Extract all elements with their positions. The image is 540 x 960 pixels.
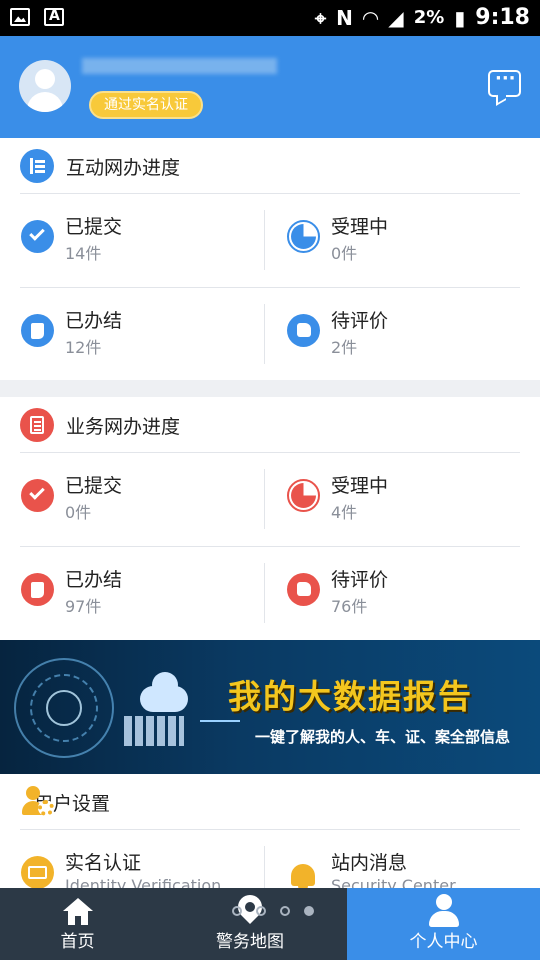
to-rate-item[interactable]: 待评价 2件 (287, 304, 517, 364)
item-label: 已办结 (65, 310, 123, 332)
profile-header: 通过实名认证 (0, 36, 540, 138)
decorative-line (200, 720, 240, 722)
divider (20, 452, 520, 453)
nav-personal-center[interactable]: 个人中心 (347, 888, 540, 960)
item-count: 0件 (331, 244, 358, 263)
business-progress-section: 业务网办进度 已提交 0件 受理中 4件 已办结 97件 待评价 76件 (0, 397, 540, 640)
pie-chart-icon (287, 220, 320, 253)
item-count: 2件 (331, 338, 358, 357)
location-icon: ⌖ (314, 5, 327, 30)
item-count: 12件 (65, 338, 102, 357)
status-bar: ⌖ N ◠ ◢ 2% ▮ 9:18 (0, 0, 540, 36)
gallery-notification-icon (10, 8, 30, 26)
avatar[interactable] (19, 60, 71, 112)
divider (264, 563, 265, 623)
list-icon (20, 149, 54, 183)
user-name-redacted (82, 58, 277, 74)
tag-icon (21, 314, 54, 347)
item-count: 0件 (65, 503, 92, 522)
divider (264, 304, 265, 364)
item-count: 97件 (65, 597, 102, 616)
divider (264, 210, 265, 270)
section-header: 业务网办进度 (20, 407, 180, 443)
item-count: 76件 (331, 597, 368, 616)
section-title: 互动网办进度 (66, 156, 181, 179)
nav-label: 个人中心 (409, 932, 478, 952)
item-label: 待评价 (331, 569, 389, 591)
nav-label: 警务地图 (216, 932, 284, 952)
divider (20, 829, 520, 830)
tag-icon (21, 573, 54, 606)
item-label: 已提交 (65, 216, 123, 238)
interactive-progress-section: 互动网办进度 已提交 14件 受理中 0件 已办结 12件 待评价 2件 (0, 138, 540, 380)
banner-subtitle: 一键了解我的人、车、证、案全部信息 (255, 728, 511, 746)
nav-police-map[interactable]: 警务地图 (155, 888, 345, 960)
thumbs-up-icon (287, 573, 320, 606)
nav-home[interactable]: 首页 (0, 888, 155, 960)
check-icon (21, 479, 54, 512)
user-settings-section: 用户设置 实名认证 Identity Verification 站内消息 Sec… (0, 774, 540, 895)
divider (20, 546, 520, 547)
app-notification-icon (44, 8, 64, 26)
completed-item[interactable]: 已办结 97件 (21, 563, 251, 623)
page-indicator (232, 906, 314, 916)
item-label: 站内消息 (331, 852, 408, 874)
message-icon[interactable] (488, 68, 521, 97)
user-icon (428, 894, 459, 928)
page-dot-active (304, 906, 314, 916)
cloud-icon (140, 672, 188, 712)
page-dot (256, 906, 266, 916)
bottom-nav: 首页 警务地图 个人中心 (0, 888, 540, 960)
item-label: 受理中 (331, 475, 389, 497)
processing-item[interactable]: 受理中 4件 (287, 469, 517, 529)
divider (264, 846, 265, 888)
wifi-icon: ◠ (362, 5, 379, 30)
processing-item[interactable]: 受理中 0件 (287, 210, 517, 270)
divider (20, 193, 520, 194)
tech-ring-graphic (46, 690, 82, 726)
signal-icon: ◢ (388, 5, 404, 30)
item-label: 待评价 (331, 310, 389, 332)
id-card-icon (21, 856, 54, 889)
section-header: 互动网办进度 (20, 148, 180, 184)
clock: 9:18 (475, 5, 530, 30)
banner-title: 我的大数据报告 (228, 677, 473, 716)
to-rate-item[interactable]: 待评价 76件 (287, 563, 517, 623)
submitted-item[interactable]: 已提交 0件 (21, 469, 251, 529)
bell-icon (287, 856, 320, 891)
check-icon (21, 220, 54, 253)
item-label: 已办结 (65, 569, 123, 591)
divider (264, 469, 265, 529)
nav-label: 首页 (60, 932, 95, 952)
page-dot (280, 906, 290, 916)
item-count: 4件 (331, 503, 358, 522)
document-icon (20, 408, 54, 442)
item-count: 14件 (65, 244, 102, 263)
battery-icon: ▮ (454, 5, 466, 30)
home-icon (62, 898, 93, 926)
thumbs-up-icon (287, 314, 320, 347)
completed-item[interactable]: 已办结 12件 (21, 304, 251, 364)
user-settings-icon (22, 784, 56, 818)
item-label: 实名认证 (65, 852, 142, 874)
section-title: 业务网办进度 (66, 415, 181, 438)
battery-percent: 2% (413, 7, 445, 28)
submitted-item[interactable]: 已提交 14件 (21, 210, 251, 270)
nfc-icon: N (336, 5, 353, 30)
page-dot (232, 906, 242, 916)
data-blocks-graphic (124, 716, 184, 746)
divider (20, 287, 520, 288)
big-data-report-banner[interactable]: 我的大数据报告 一键了解我的人、车、证、案全部信息 (0, 640, 540, 774)
item-label: 受理中 (331, 216, 389, 238)
section-header: 用户设置 (22, 784, 110, 820)
verified-badge: 通过实名认证 (89, 91, 203, 119)
pie-chart-icon (287, 479, 320, 512)
item-label: 已提交 (65, 475, 123, 497)
